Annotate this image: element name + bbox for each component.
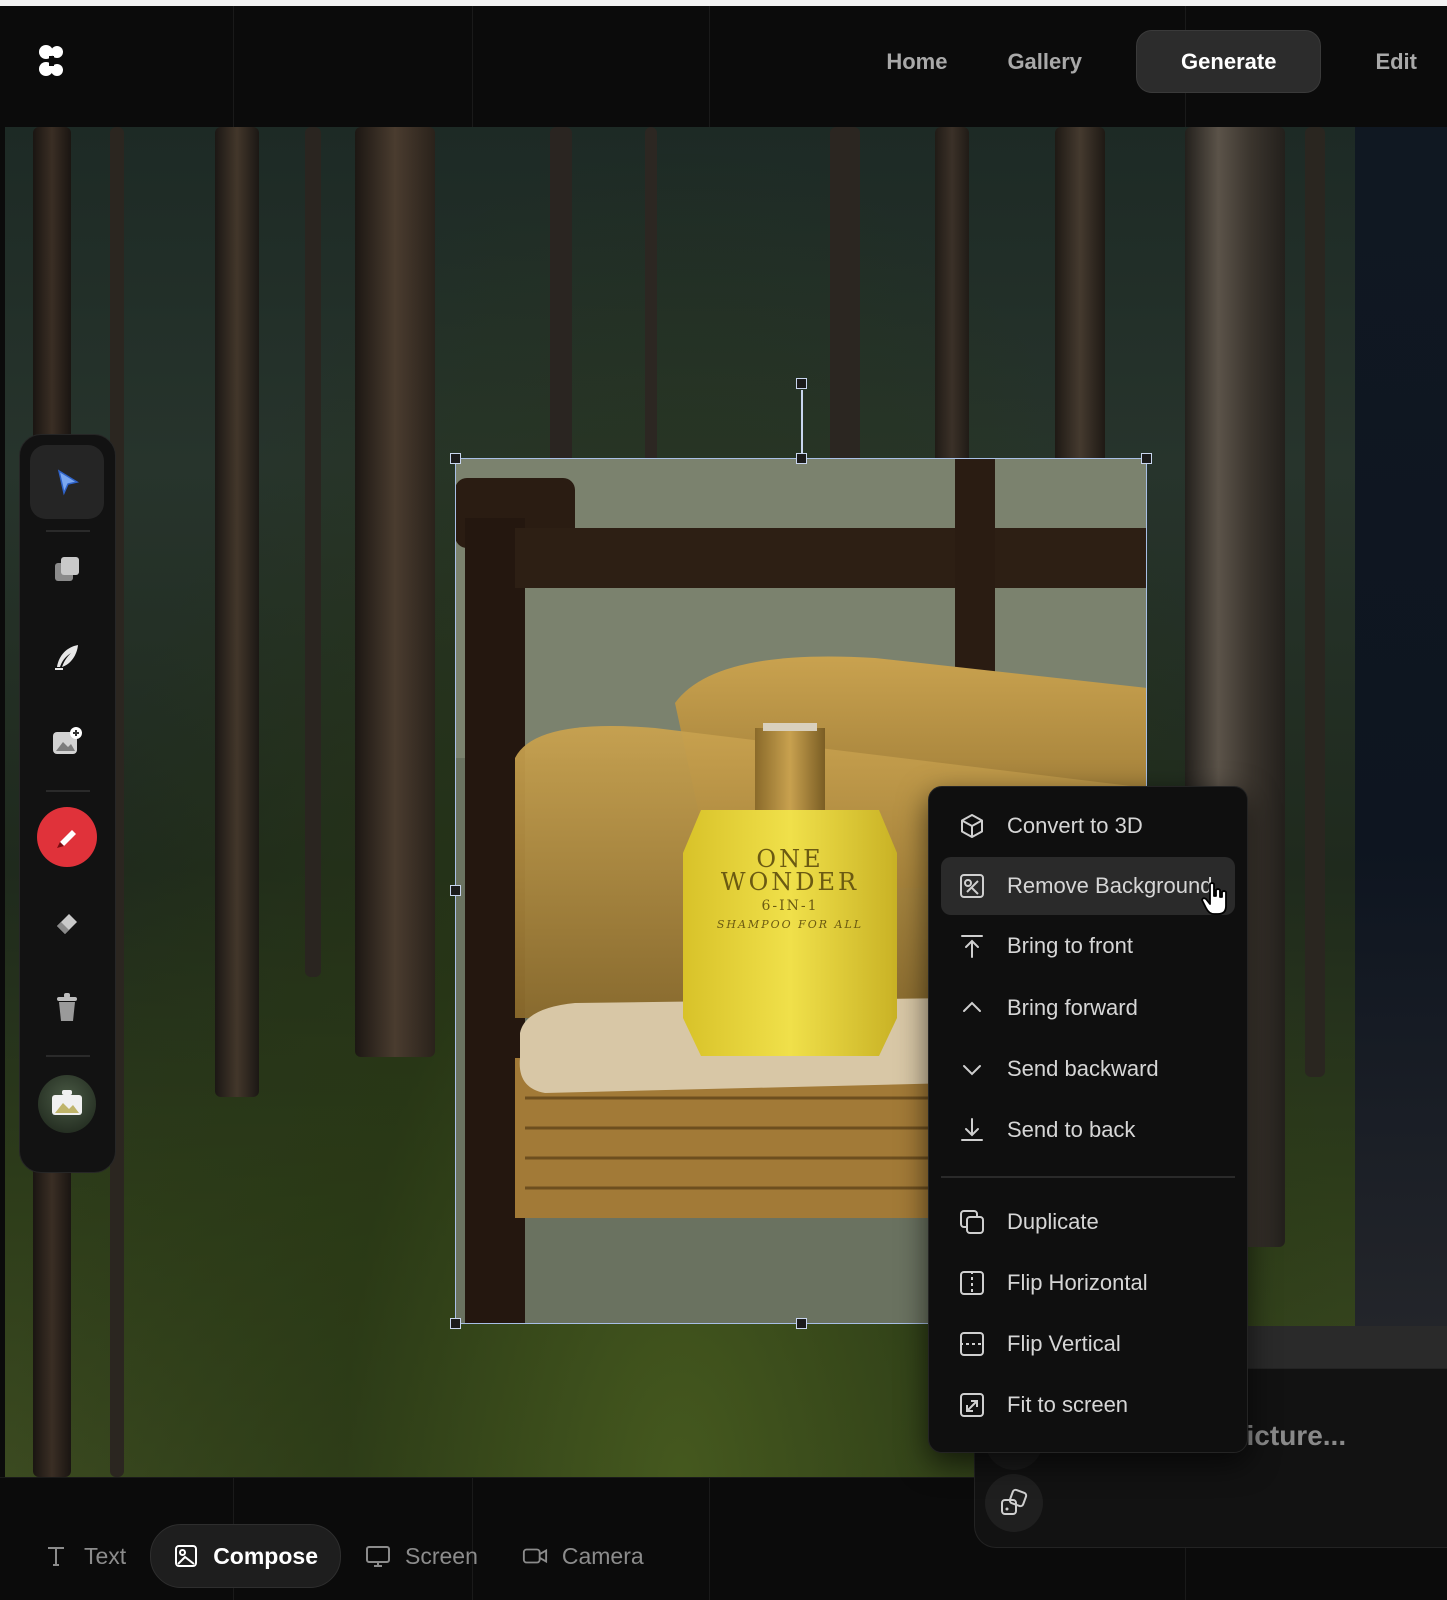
- adjacent-canvas-panel: [1355, 127, 1447, 1327]
- menu-remove-background[interactable]: Remove Background: [941, 857, 1235, 915]
- menu-label: Duplicate: [1007, 1209, 1099, 1234]
- nav-gallery[interactable]: Gallery: [977, 31, 1112, 92]
- brand-line-1: ONE: [756, 845, 824, 873]
- layers-tool[interactable]: [30, 532, 104, 606]
- eraser-tool[interactable]: [30, 885, 104, 959]
- tree-trunk: [215, 127, 259, 1097]
- image-preview-tool[interactable]: [30, 1067, 104, 1141]
- brand-line-2: WONDER: [720, 868, 860, 896]
- menu-label: Flip Vertical: [1007, 1331, 1121, 1356]
- product-tagline: SHAMPOO FOR ALL: [716, 918, 864, 931]
- rotation-handle-line: [801, 390, 803, 460]
- draw-tool[interactable]: [30, 620, 104, 694]
- hand-pointer-cursor-icon: [1201, 882, 1227, 915]
- duplicate-icon: [957, 1207, 987, 1237]
- menu-fit-to-screen[interactable]: Fit to screen: [941, 1376, 1235, 1434]
- toolbar-divider: [46, 790, 90, 792]
- remove-background-icon: [957, 871, 987, 901]
- app-logo[interactable]: [38, 44, 64, 78]
- layers-icon: [55, 557, 79, 581]
- dice-icon: [1001, 1488, 1028, 1515]
- tree-trunk: [305, 127, 321, 977]
- monitor-icon: [365, 1543, 391, 1569]
- resize-handle-top-left[interactable]: [450, 453, 461, 464]
- delete-tool[interactable]: [30, 970, 104, 1044]
- marker-tool[interactable]: [30, 800, 104, 874]
- bottom-tab-bar: Text Compose Screen Camera: [24, 1524, 668, 1588]
- product-label: ONE WONDER 6-IN-1 SHAMPOO FOR ALL: [683, 845, 897, 931]
- add-image-icon: [53, 727, 82, 754]
- menu-label: Convert to 3D: [1007, 813, 1143, 838]
- cube-icon: [957, 811, 987, 841]
- flip-horizontal-icon: [957, 1268, 987, 1298]
- marker-tool-swatch: [37, 807, 97, 867]
- nav-generate[interactable]: Generate: [1136, 30, 1322, 93]
- menu-label: Bring forward: [1007, 995, 1138, 1020]
- menu-duplicate[interactable]: Duplicate: [941, 1193, 1235, 1251]
- tab-label: Compose: [213, 1542, 318, 1569]
- menu-bring-forward[interactable]: Bring forward: [941, 979, 1235, 1037]
- menu-flip-vertical[interactable]: Flip Vertical: [941, 1315, 1235, 1373]
- randomize-button[interactable]: [985, 1474, 1043, 1532]
- tab-label: Screen: [404, 1542, 478, 1569]
- nav-edit[interactable]: Edit: [1345, 31, 1447, 92]
- tab-text[interactable]: Text: [24, 1525, 146, 1587]
- trash-icon: [57, 993, 77, 1021]
- menu-label: Send backward: [1007, 1056, 1159, 1081]
- video-camera-icon: [522, 1543, 548, 1569]
- menu-send-backward[interactable]: Send backward: [941, 1040, 1235, 1098]
- main-nav: Home Gallery Generate Edit: [856, 30, 1447, 93]
- menu-label: Send to back: [1007, 1117, 1136, 1142]
- text-icon: [44, 1543, 70, 1569]
- tree-trunk: [355, 127, 435, 1057]
- image-icon: [173, 1543, 199, 1569]
- rotation-handle[interactable]: [796, 378, 807, 389]
- add-image-tool[interactable]: [30, 705, 104, 779]
- tab-label: Camera: [561, 1542, 644, 1569]
- image-preview-icon: [52, 1090, 82, 1115]
- menu-label: Remove Background: [1007, 873, 1213, 898]
- resize-handle-bottom[interactable]: [796, 1318, 807, 1329]
- feather-pen-icon: [55, 645, 78, 670]
- cursor-arrow-icon: [57, 469, 79, 496]
- left-toolbar: [19, 434, 116, 1173]
- bring-to-front-icon: [957, 931, 987, 961]
- chevron-down-icon: [957, 1054, 987, 1084]
- send-to-back-icon: [957, 1115, 987, 1145]
- resize-handle-top[interactable]: [796, 453, 807, 464]
- menu-flip-horizontal[interactable]: Flip Horizontal: [941, 1254, 1235, 1312]
- tab-camera[interactable]: Camera: [502, 1525, 664, 1587]
- tab-label: Text: [84, 1542, 127, 1569]
- flip-vertical-icon: [957, 1329, 987, 1359]
- product-variant: 6-IN-1: [761, 898, 819, 914]
- resize-handle-left[interactable]: [450, 885, 461, 896]
- nav-home[interactable]: Home: [856, 31, 977, 92]
- menu-divider: [941, 1176, 1235, 1178]
- menu-label: Flip Horizontal: [1007, 1270, 1148, 1295]
- fit-to-screen-icon: [957, 1390, 987, 1420]
- marker-icon: [57, 830, 76, 848]
- resize-handle-bottom-left[interactable]: [450, 1318, 461, 1329]
- menu-convert-to-3d[interactable]: Convert to 3D: [941, 797, 1235, 855]
- eraser-icon: [57, 914, 77, 934]
- menu-label: Fit to screen: [1007, 1392, 1129, 1417]
- chevron-up-icon: [957, 993, 987, 1023]
- select-tool[interactable]: [30, 445, 104, 519]
- tree-trunk: [1305, 127, 1325, 1077]
- tab-compose[interactable]: Compose: [150, 1524, 341, 1588]
- tab-screen[interactable]: Screen: [345, 1525, 498, 1587]
- window-top-edge: [0, 0, 1447, 6]
- menu-send-to-back[interactable]: Send to back: [941, 1101, 1235, 1159]
- image-preview-avatar: [38, 1075, 96, 1133]
- menu-label: Bring to front: [1007, 933, 1133, 958]
- resize-handle-top-right[interactable]: [1141, 453, 1152, 464]
- toolbar-divider: [46, 1055, 90, 1057]
- menu-bring-to-front[interactable]: Bring to front: [941, 917, 1235, 975]
